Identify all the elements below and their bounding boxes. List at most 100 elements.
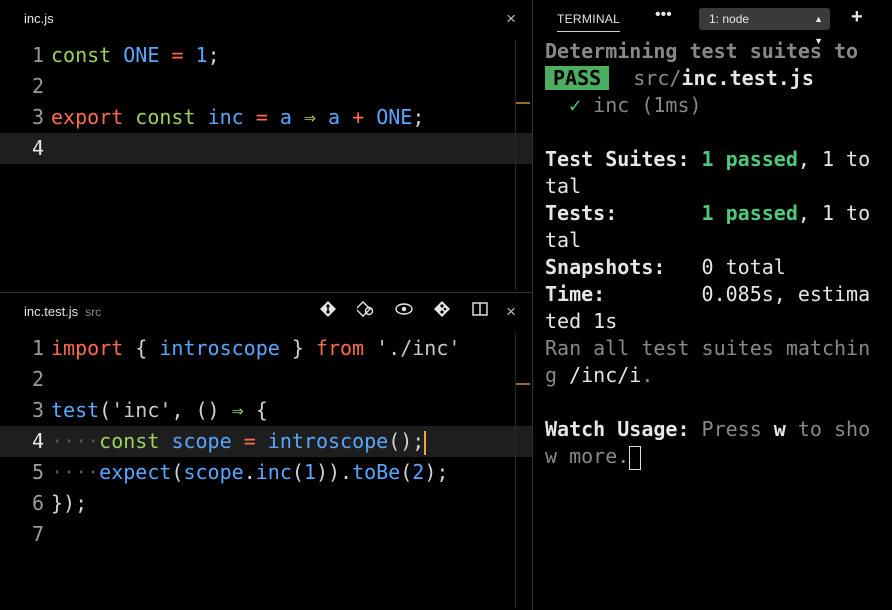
terminal-text: Ran all test suites matchin — [545, 336, 871, 360]
editor-toolbar — [318, 300, 490, 322]
code-token: ONE — [123, 43, 160, 67]
terminal-cursor — [629, 445, 642, 470]
tab-terminal[interactable]: TERMINAL — [557, 12, 621, 32]
code-token: } — [279, 336, 316, 360]
code-line[interactable]: 2 — [0, 71, 532, 102]
terminal-line: Tests: 1 passed, 1 to — [545, 200, 870, 227]
code-line[interactable]: 5 ····expect(scope.inc(1)).toBe(2); — [0, 457, 532, 488]
code-token: a — [279, 105, 292, 129]
terminal-line: Test Suites: 1 passed, 1 to — [545, 146, 870, 173]
code-line[interactable]: 6}); — [0, 488, 532, 519]
editor-top-tabbar: inc.js × — [0, 0, 532, 38]
code-token: const — [135, 105, 196, 129]
code-token: inc — [255, 460, 292, 484]
tab-inc-js[interactable]: inc.js — [24, 11, 54, 26]
line-number: 1 — [31, 43, 44, 67]
code-token: )). — [315, 460, 353, 484]
code-token: ⇒ — [303, 105, 316, 129]
git-compare-icon[interactable] — [318, 301, 338, 322]
terminal-text: /inc/i — [569, 363, 642, 387]
split-editor-icon[interactable] — [470, 301, 490, 322]
scrollbar-track[interactable] — [515, 40, 516, 290]
code-text: const ONE = 1; — [51, 40, 220, 71]
code-token: const — [99, 429, 160, 453]
terminal-text: src/ — [609, 66, 682, 90]
tab-directory: src — [85, 305, 102, 319]
code-token: (); — [388, 429, 425, 453]
preview-icon[interactable] — [394, 301, 414, 322]
editor-top-code[interactable]: 1 const ONE = 1; 2 3 export const inc = a ⇒ … — [0, 40, 532, 164]
tab-inc-test-js[interactable]: inc.test.js src — [24, 304, 101, 319]
code-token: export — [51, 105, 124, 129]
terminal-text: , 1 to — [797, 201, 871, 225]
terminal-line: g /inc/i. — [545, 362, 870, 389]
terminal-text: Press — [689, 417, 774, 441]
terminal-text: , 1 to — [797, 147, 871, 171]
line-number: 2 — [31, 367, 44, 391]
code-line[interactable]: 2 — [0, 364, 532, 395]
code-token: = — [243, 429, 256, 453]
code-text: ····const scope = introscope(); — [51, 426, 427, 457]
code-token: toBe — [352, 460, 401, 484]
code-token: a — [328, 105, 341, 129]
terminal-text: inc.test.js — [681, 66, 814, 90]
code-line[interactable]: 3 export const inc = a ⇒ a + ONE; — [0, 102, 532, 133]
terminal-pane: TERMINAL ••• 1: node ▲ ▼ + Determining te… — [533, 0, 892, 610]
terminal-text: Test Suites: — [545, 147, 702, 171]
code-token: ); — [424, 460, 449, 484]
code-token: expect — [99, 460, 172, 484]
code-token: introscope — [267, 429, 389, 453]
terminal-text: w — [773, 417, 786, 441]
terminal-output[interactable]: Determining test suites to PASS src/inc.t… — [545, 38, 870, 470]
code-line[interactable]: 4 — [0, 133, 532, 164]
code-token: }); — [51, 491, 88, 515]
close-icon[interactable]: × — [506, 302, 516, 322]
code-token: ···· — [51, 429, 100, 453]
editor-top-pane: inc.js × 1 const ONE = 1; 2 3 export const i… — [0, 0, 532, 292]
editor-bottom-code[interactable]: 1 import { introscope } from './inc' 2 3 tes… — [0, 333, 532, 550]
code-line[interactable]: 4 ····const scope = introscope(); — [0, 426, 532, 457]
terminal-text: ted 1s — [545, 309, 618, 333]
editor-bottom-pane: inc.test.js src × 1 import { introscope } … — [0, 293, 532, 610]
new-terminal-button[interactable]: + — [851, 6, 863, 29]
terminal-shell-select[interactable]: 1: node ▲ ▼ — [699, 8, 830, 46]
code-text: test('inc', () ⇒ { — [51, 395, 268, 426]
terminal-text: Tests: — [545, 201, 702, 225]
line-number: 6 — [31, 491, 44, 515]
code-token: ···· — [51, 460, 100, 484]
code-line[interactable]: 1 const ONE = 1; — [0, 40, 532, 71]
code-token: './inc' — [376, 336, 461, 360]
code-token: { — [123, 336, 160, 360]
code-token: ( — [400, 460, 413, 484]
code-line[interactable]: 3 test('inc', () ⇒ { — [0, 395, 532, 426]
code-text: ····expect(scope.inc(1)).toBe(2); — [51, 457, 448, 488]
more-actions-icon[interactable]: ••• — [655, 6, 672, 24]
code-token: = — [171, 43, 184, 67]
code-line[interactable]: 7 — [0, 519, 532, 550]
open-changes-icon[interactable] — [354, 300, 376, 322]
code-token: 1 — [195, 43, 208, 67]
minimap-marker — [516, 102, 530, 104]
git-branch-icon[interactable] — [432, 301, 452, 322]
code-token: ⇒ — [231, 398, 244, 422]
close-icon[interactable]: × — [506, 9, 516, 29]
code-line[interactable]: 1 import { introscope } from './inc' — [0, 333, 532, 364]
code-token: inc — [207, 105, 244, 129]
scrollbar-track[interactable] — [515, 333, 516, 608]
code-token: test — [51, 398, 100, 422]
terminal-text: w more. — [545, 444, 630, 468]
code-token: introscope — [159, 336, 280, 360]
terminal-line: w more. — [545, 443, 870, 470]
line-number: 4 — [31, 429, 44, 453]
code-token: ONE — [376, 105, 413, 129]
line-number: 4 — [31, 136, 44, 160]
line-number: 3 — [31, 105, 44, 129]
